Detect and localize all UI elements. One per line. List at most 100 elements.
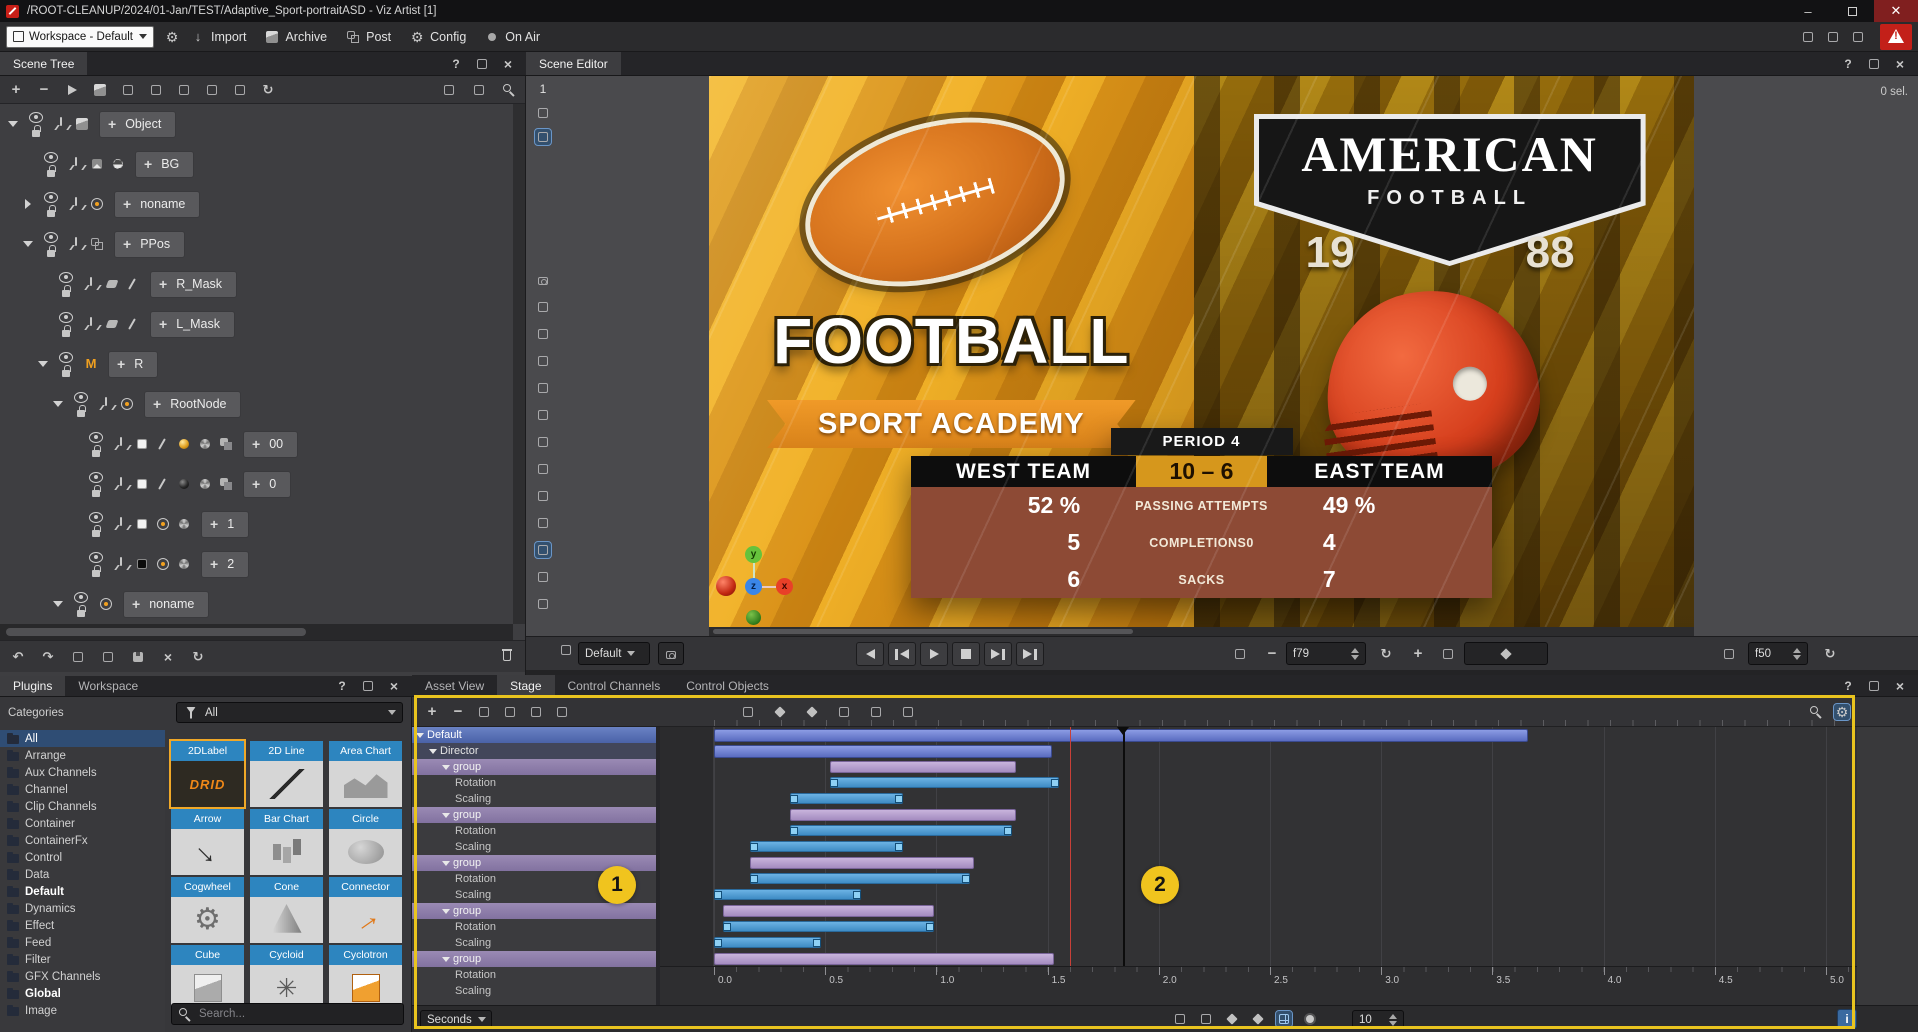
scrollbar-thumb[interactable]: [713, 629, 1133, 634]
remove-icon[interactable]: [450, 704, 466, 720]
help-icon[interactable]: [448, 56, 464, 72]
category-clip-channels[interactable]: Clip Channels: [0, 798, 165, 815]
tree-row-r[interactable]: +R: [0, 344, 513, 384]
add-child-button[interactable]: +: [123, 196, 131, 212]
play-icon[interactable]: [64, 82, 80, 98]
timeline-bar[interactable]: [750, 873, 970, 884]
frame-stepper[interactable]: [1351, 648, 1359, 660]
tree-row-00[interactable]: +00: [0, 424, 513, 464]
category-image[interactable]: Image: [0, 1002, 165, 1019]
book-icon[interactable]: [1825, 29, 1841, 45]
current-frame-field[interactable]: f79: [1286, 642, 1366, 665]
maximize-button[interactable]: [1830, 0, 1874, 22]
stage-row-rotation[interactable]: Rotation: [412, 919, 656, 935]
key-next-icon[interactable]: [1250, 1011, 1266, 1027]
stage-row-scaling[interactable]: Scaling: [412, 983, 656, 999]
tree-down-icon[interactable]: [148, 82, 164, 98]
timeline-bar[interactable]: [714, 937, 821, 948]
category-control[interactable]: Control: [0, 849, 165, 866]
tree-node[interactable]: +L_Mask: [150, 311, 235, 338]
plugin-tile-cyclotron[interactable]: Cyclotron: [329, 945, 402, 1011]
add-child-button[interactable]: +: [252, 476, 260, 492]
timeline-bar[interactable]: [750, 857, 975, 869]
menu-item-archive[interactable]: Archive: [264, 29, 327, 45]
tab-scene-tree[interactable]: Scene Tree: [0, 52, 87, 75]
stage-row-group[interactable]: group: [412, 903, 656, 919]
keyframe-icon[interactable]: [853, 891, 861, 899]
refresh-icon[interactable]: [190, 649, 206, 665]
timeline-bar[interactable]: [714, 889, 861, 900]
tree-row-2[interactable]: +2: [0, 544, 513, 584]
tree-row-noname[interactable]: +noname: [0, 584, 513, 624]
category-effect[interactable]: Effect: [0, 917, 165, 934]
scene-tree-vscrollbar[interactable]: [513, 104, 525, 624]
lock-icon[interactable]: [88, 565, 104, 577]
snap-icon[interactable]: [740, 704, 756, 720]
chevron-down-icon[interactable]: [51, 397, 66, 411]
eye-icon[interactable]: [58, 352, 74, 363]
eye-icon[interactable]: [43, 152, 59, 163]
close-panel-icon[interactable]: [500, 56, 516, 72]
tree-node[interactable]: +Object: [99, 111, 176, 138]
lock-icon[interactable]: [43, 205, 59, 217]
plugin-tile-connector[interactable]: Connector→: [329, 877, 402, 943]
keyframe-icon[interactable]: [1051, 779, 1059, 787]
category-feed[interactable]: Feed: [0, 934, 165, 951]
outdent-icon[interactable]: [204, 82, 220, 98]
help-icon[interactable]: [1840, 678, 1856, 694]
timeline-info-button[interactable]: i: [1837, 1009, 1857, 1029]
stage-row-rotation[interactable]: Rotation: [412, 775, 656, 791]
loop-in-icon[interactable]: [836, 704, 852, 720]
close-panel-icon[interactable]: [386, 678, 402, 694]
tab-workspace[interactable]: Workspace: [65, 676, 151, 696]
increment-frame-button[interactable]: [1410, 646, 1426, 662]
tree-row-noname[interactable]: +noname: [0, 184, 513, 224]
chevron-down-icon[interactable]: [442, 765, 450, 770]
tree-row-object[interactable]: +Object: [0, 104, 513, 144]
orbit-refresh-icon[interactable]: [1822, 646, 1838, 662]
lock-icon[interactable]: [43, 165, 59, 177]
timeline-area[interactable]: 0.00.51.01.52.02.53.03.54.04.55.0: [660, 727, 1857, 1005]
graph-icon[interactable]: [535, 569, 551, 585]
monitor-icon[interactable]: [1850, 29, 1866, 45]
timeline-bar[interactable]: [830, 777, 1059, 788]
tree-row-ppos[interactable]: +PPos: [0, 224, 513, 264]
plugin-search-input[interactable]: [197, 1007, 398, 1021]
tab-plugins[interactable]: Plugins: [0, 676, 65, 696]
goto-keyframe-icon[interactable]: [1440, 646, 1456, 662]
eye-icon[interactable]: [88, 512, 104, 523]
stage-row-scaling[interactable]: Scaling: [412, 839, 656, 855]
lock-icon[interactable]: [88, 485, 104, 497]
plugin-tile-2d-line[interactable]: 2D Line: [250, 741, 323, 807]
decrement-frame-button[interactable]: [1264, 646, 1280, 662]
transport-go-to-end-button[interactable]: [1016, 642, 1044, 666]
gizmo-z-axis[interactable]: z: [745, 578, 762, 595]
crop-icon[interactable]: [535, 380, 551, 396]
view-mode-icon[interactable]: [535, 129, 551, 145]
keyframe-icon[interactable]: [790, 795, 798, 803]
category-global[interactable]: Global: [0, 985, 165, 1002]
lock-icon[interactable]: [88, 525, 104, 537]
plugin-tile-cogwheel[interactable]: Cogwheel⚙: [171, 877, 244, 943]
category-default[interactable]: Default: [0, 883, 165, 900]
import-stage-icon[interactable]: [528, 704, 544, 720]
eye-icon[interactable]: [73, 392, 89, 403]
remove-icon[interactable]: [36, 82, 52, 98]
expand-panel-icon[interactable]: [1866, 678, 1882, 694]
add-child-button[interactable]: +: [132, 596, 140, 612]
tree-node[interactable]: +1: [201, 511, 249, 538]
category-dynamics[interactable]: Dynamics: [0, 900, 165, 917]
keyframe-icon[interactable]: [714, 939, 722, 947]
keyframe-icon[interactable]: [830, 779, 838, 787]
tree-node[interactable]: +0: [243, 471, 291, 498]
plugin-filter-selector[interactable]: All: [176, 702, 403, 723]
tree-row-r-mask[interactable]: +R_Mask: [0, 264, 513, 304]
lock-icon[interactable]: [58, 365, 74, 377]
light-icon[interactable]: [535, 299, 551, 315]
reorder-icon[interactable]: [502, 704, 518, 720]
scene-tree-hscrollbar[interactable]: [0, 624, 513, 640]
keyframe-icon[interactable]: [962, 875, 970, 883]
add-child-button[interactable]: +: [144, 156, 152, 172]
layers-icon[interactable]: [1800, 29, 1816, 45]
tab-control-channels[interactable]: Control Channels: [555, 675, 674, 696]
